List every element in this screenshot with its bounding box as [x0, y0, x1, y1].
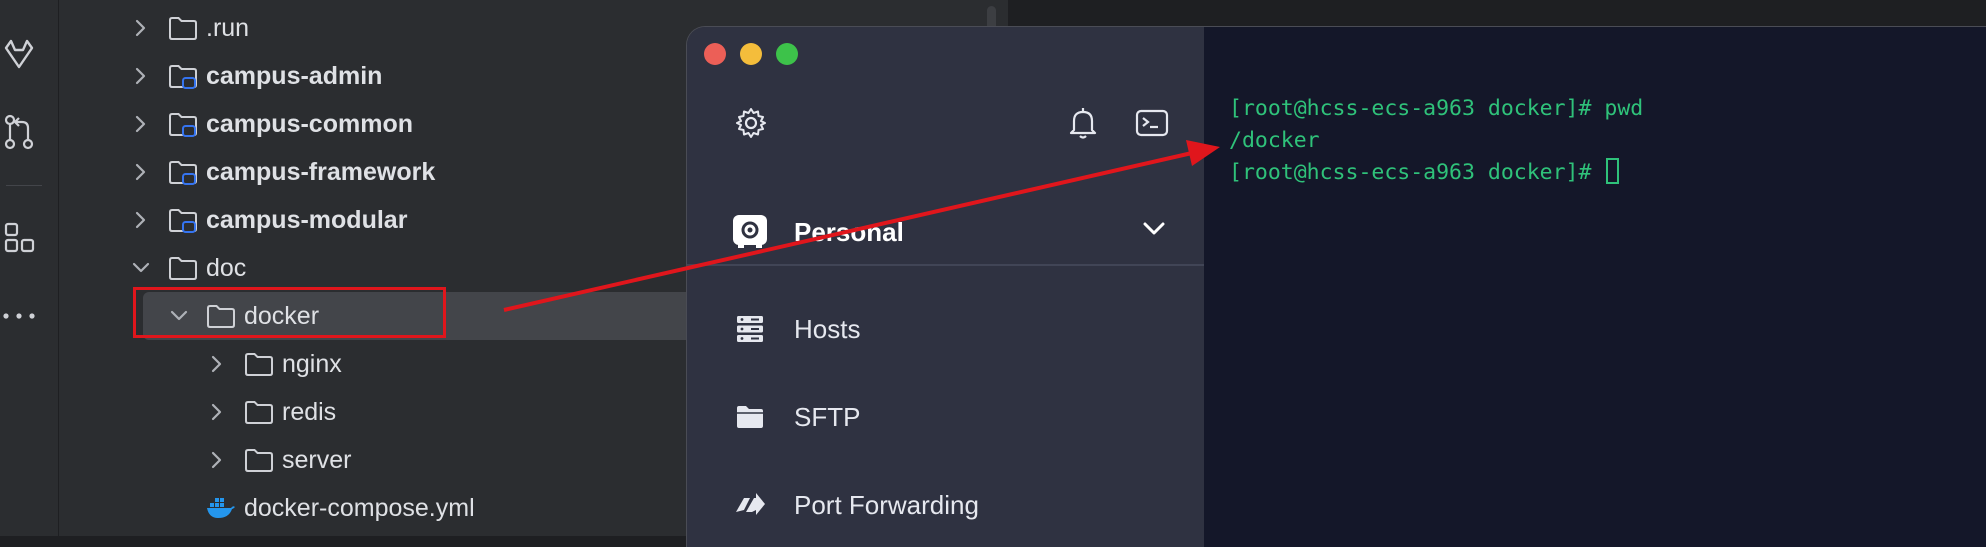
tree-item-label: redis	[282, 397, 337, 426]
hosts-icon	[733, 312, 767, 346]
tree-item-label: campus-framework	[206, 157, 436, 186]
app-sidebar: Personal Hosts SFTP Port Forwarding	[687, 27, 1204, 547]
module-folder-icon	[168, 207, 198, 233]
chevron-right-icon[interactable]	[130, 161, 152, 183]
chevron-right-icon[interactable]	[130, 65, 152, 87]
folder-icon	[244, 351, 274, 377]
terminal-cursor	[1606, 158, 1620, 184]
chevron-down-icon[interactable]	[130, 257, 152, 279]
folder-icon	[733, 400, 767, 434]
ssh-client-window: Personal Hosts SFTP Port Forwarding [roo	[687, 27, 1986, 547]
module-folder-icon	[168, 63, 198, 89]
editor-top-border	[1009, 0, 1986, 27]
tree-item-label: doc	[206, 253, 247, 282]
vault-selector[interactable]: Personal	[687, 197, 1204, 267]
minimize-window-button[interactable]	[740, 43, 762, 65]
folder-icon	[244, 399, 274, 425]
tree-item-label: campus-common	[206, 109, 413, 138]
vault-name: Personal	[794, 216, 904, 247]
chevron-down-icon[interactable]	[1142, 221, 1166, 242]
terminal-icon[interactable]	[1132, 103, 1172, 143]
tree-item-label: campus-modular	[206, 205, 408, 234]
more-icon[interactable]	[0, 296, 38, 336]
tree-folder-row[interactable]: campus-modular	[130, 196, 407, 244]
chevron-right-icon[interactable]	[130, 113, 152, 135]
tree-item-label: nginx	[282, 349, 342, 378]
tree-item-label: server	[282, 445, 352, 474]
tree-folder-row[interactable]: campus-admin	[130, 52, 382, 100]
tree-folder-row[interactable]: campus-common	[130, 100, 413, 148]
nav-item-hosts[interactable]: Hosts	[687, 299, 1204, 359]
chevron-right-icon[interactable]	[206, 401, 228, 423]
nav-item-port-forwarding[interactable]: Port Forwarding	[687, 475, 1204, 535]
tree-folder-row[interactable]: redis	[206, 388, 336, 436]
settings-gear-icon[interactable]	[731, 103, 771, 143]
chevron-right-icon[interactable]	[206, 353, 228, 375]
nav-item-label: SFTP	[794, 401, 861, 432]
tree-item-label: campus-admin	[206, 61, 383, 90]
bell-icon[interactable]	[1063, 103, 1103, 143]
terminal-line: /docker	[1229, 128, 1320, 153]
module-folder-icon	[168, 159, 198, 185]
docker-file-icon	[206, 495, 236, 521]
terminal-output[interactable]: [root@hcss-ecs-a963 docker]# pwd /docker…	[1229, 93, 1643, 189]
nav-item-label: Port Forwarding	[794, 489, 979, 520]
nav-item-sftp[interactable]: SFTP	[687, 387, 1204, 447]
tree-folder-row[interactable]: campus-framework	[130, 148, 435, 196]
port-forwarding-icon	[733, 488, 767, 522]
tree-folder-row[interactable]: .run	[130, 4, 249, 52]
ide-activity-bar	[0, 0, 59, 536]
tree-item-label: .run	[206, 13, 250, 42]
chevron-right-icon[interactable]	[206, 449, 228, 471]
nav-item-label: Hosts	[794, 313, 861, 344]
folder-icon	[168, 255, 198, 281]
module-folder-icon	[168, 111, 198, 137]
tree-folder-row[interactable]: doc	[130, 244, 246, 292]
vault-safe-icon	[732, 214, 768, 248]
chevron-right-icon[interactable]	[130, 209, 152, 231]
close-window-button[interactable]	[704, 43, 726, 65]
docker-highlight-box	[133, 287, 446, 338]
folder-icon	[168, 15, 198, 41]
tree-item-label: docker-compose.yml	[244, 493, 475, 522]
folder-icon	[244, 447, 274, 473]
tree-file-row[interactable]: docker-compose.yml	[206, 484, 475, 532]
tree-folder-row[interactable]: server	[206, 436, 351, 484]
gitlab-icon[interactable]	[0, 34, 38, 74]
pull-requests-icon[interactable]	[0, 112, 38, 152]
terminal-line: [root@hcss-ecs-a963 docker]#	[1229, 160, 1605, 185]
activity-separator	[6, 185, 42, 186]
chevron-right-icon[interactable]	[130, 17, 152, 39]
plugins-icon[interactable]	[0, 218, 38, 258]
terminal-line: [root@hcss-ecs-a963 docker]# pwd	[1229, 96, 1644, 121]
sidebar-separator	[687, 264, 1204, 266]
tree-folder-row[interactable]: nginx	[206, 340, 342, 388]
zoom-window-button[interactable]	[776, 43, 798, 65]
